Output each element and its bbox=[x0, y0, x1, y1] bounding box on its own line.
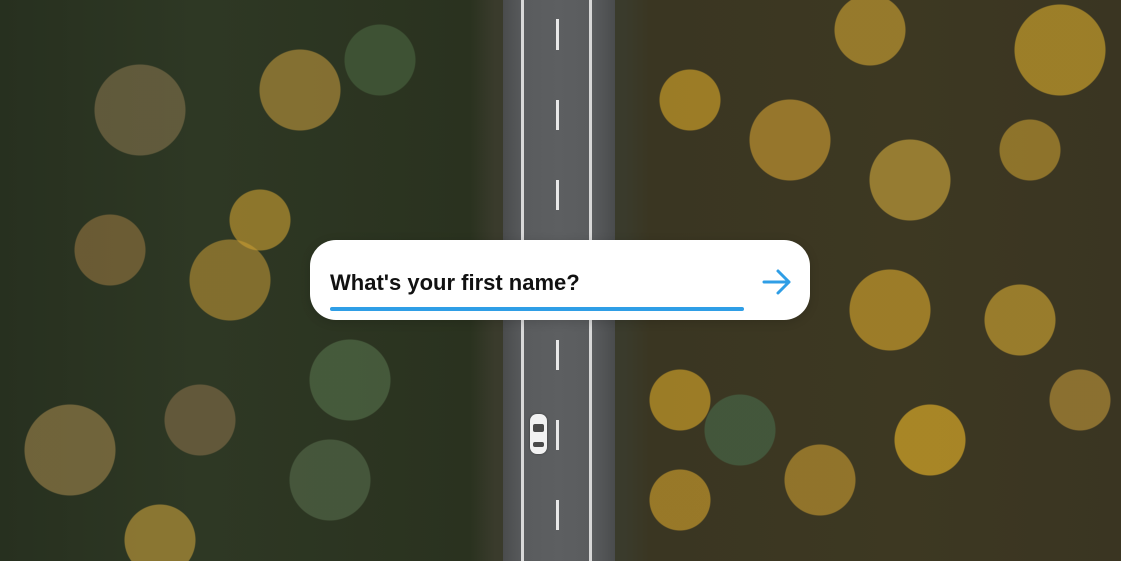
car bbox=[530, 414, 547, 454]
name-form-card: What's your first name? bbox=[310, 240, 810, 320]
input-underline bbox=[330, 307, 744, 311]
submit-button[interactable] bbox=[759, 265, 795, 299]
first-name-input[interactable] bbox=[330, 268, 744, 306]
arrow-right-icon bbox=[759, 265, 795, 299]
